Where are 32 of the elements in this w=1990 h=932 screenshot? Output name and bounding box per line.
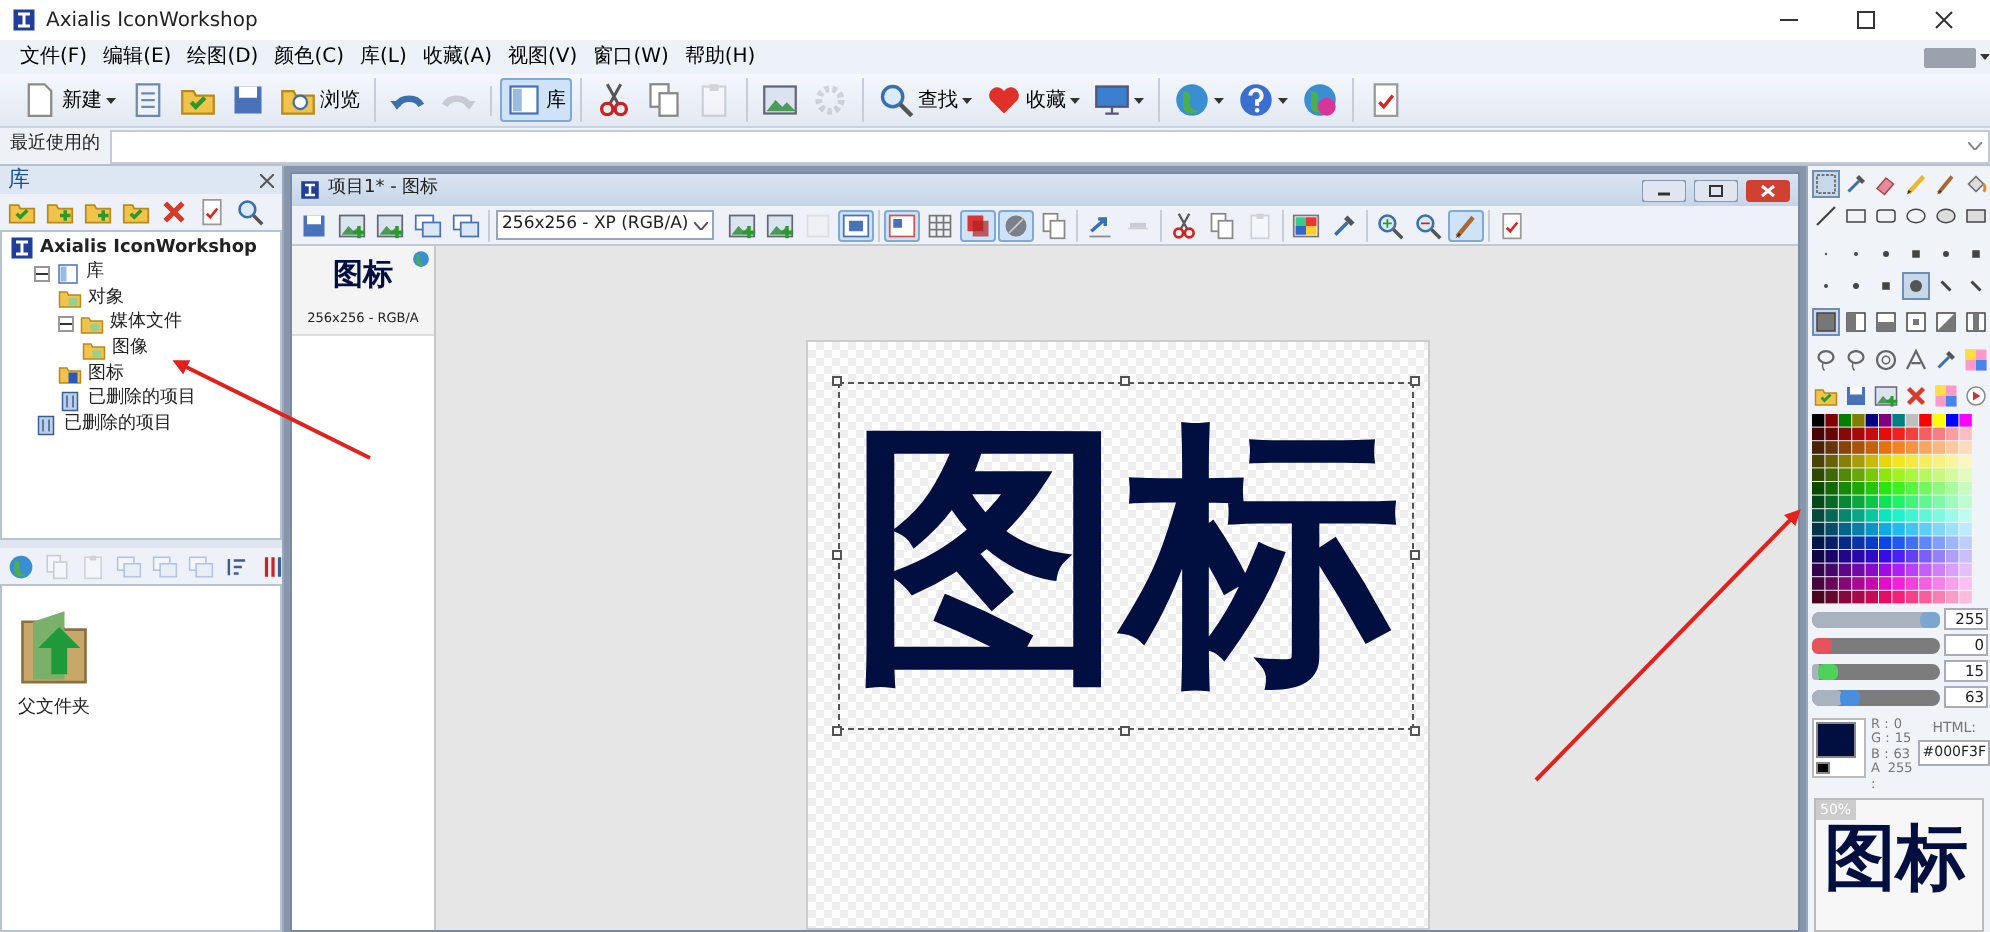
menu-item[interactable]: 帮助(H) xyxy=(676,42,764,72)
toolbar-button[interactable]: 库 xyxy=(500,78,572,122)
image-canvas[interactable]: 图标 xyxy=(805,340,1429,930)
menu-item[interactable]: 文件(F) xyxy=(12,42,96,72)
tree-item[interactable]: Axialis IconWorkshop xyxy=(40,235,257,263)
menu-item[interactable]: 窗口(W) xyxy=(585,42,677,72)
preview-text: 图标 xyxy=(1822,820,1970,900)
menu-item[interactable]: 编辑(E) xyxy=(95,42,180,72)
tree-item[interactable]: 已删除的项目 xyxy=(88,386,196,414)
toolbar-button[interactable]: 浏览 xyxy=(274,78,366,122)
document-title: 项目1* - 图标 xyxy=(328,176,441,203)
tree-item[interactable]: 已删除的项目 xyxy=(64,411,172,439)
tree-item[interactable]: 图像 xyxy=(112,335,148,363)
menu-item[interactable]: 视图(V) xyxy=(500,42,586,72)
menu-item[interactable]: 库(L) xyxy=(352,42,415,72)
toolbar-button[interactable]: 新建 xyxy=(16,78,122,122)
recent-label: 最近使用的 xyxy=(8,132,102,159)
file-label[interactable]: 父文件夹 xyxy=(18,696,90,723)
toolbar-button[interactable]: 查找 xyxy=(872,78,978,122)
tree-item[interactable]: 图标 xyxy=(88,361,124,389)
window-title: Axialis IconWorkshop xyxy=(46,7,260,35)
canvas-text: 图标 xyxy=(849,418,1401,694)
tree-item[interactable]: 媒体文件 xyxy=(110,310,182,338)
menu-item[interactable]: 颜色(C) xyxy=(266,42,352,72)
format-dropdown[interactable]: 256x256 - XP (RGB/A) xyxy=(496,210,715,240)
panel-title: 库 xyxy=(8,163,30,196)
menu-item[interactable]: 收藏(A) xyxy=(414,42,501,72)
tree-item[interactable]: 库 xyxy=(86,260,104,288)
toolbar-button[interactable]: 收藏 xyxy=(980,78,1086,122)
tree-item[interactable]: 对象 xyxy=(88,285,124,313)
menu-item[interactable]: 绘图(D) xyxy=(179,42,267,72)
thumbnail-text: 图标 xyxy=(333,254,393,296)
